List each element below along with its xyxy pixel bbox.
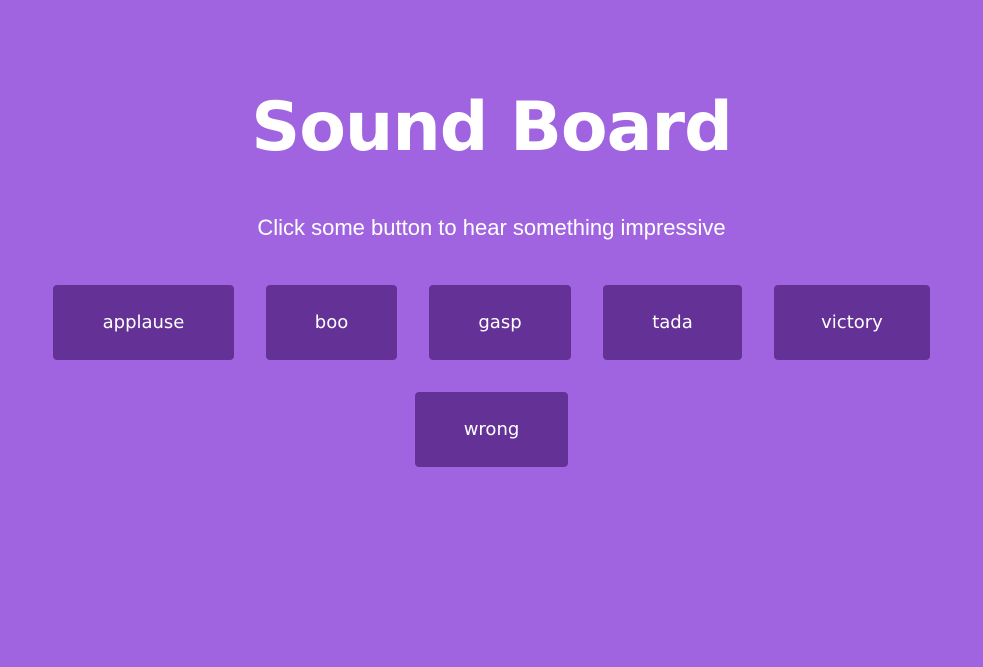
wrong-button[interactable]: wrong — [415, 392, 568, 467]
victory-button[interactable]: victory — [774, 285, 930, 360]
boo-button[interactable]: boo — [266, 285, 397, 360]
page-subtitle: Click some button to hear something impr… — [257, 215, 726, 240]
sound-board-page: Sound Board Click some button to hear so… — [0, 0, 983, 667]
tada-button[interactable]: tada — [603, 285, 742, 360]
gasp-button[interactable]: gasp — [429, 285, 571, 360]
applause-button[interactable]: applause — [53, 285, 234, 360]
page-title: Sound Board — [251, 88, 733, 167]
